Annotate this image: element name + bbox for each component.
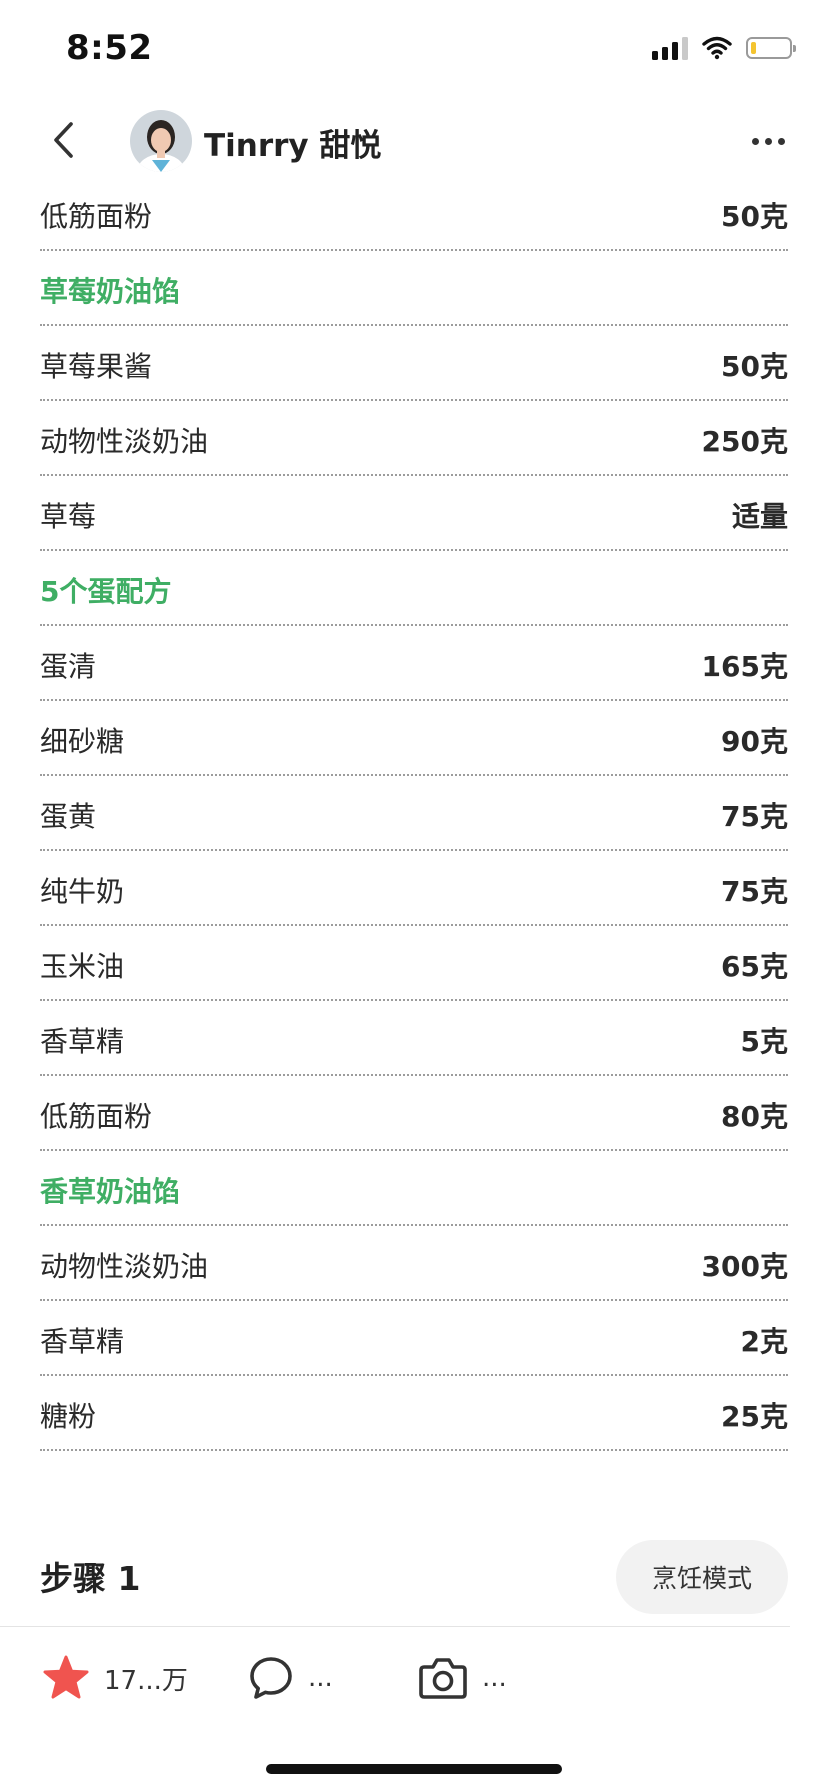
ingredient-row: 糖粉 25克 [40,1376,788,1451]
ingredient-row: 草莓 适量 [40,476,788,551]
chevron-left-icon [54,122,73,158]
upload-photo-button[interactable]: ... [418,1655,507,1701]
ingredient-amount: 250克 [701,424,788,458]
cook-mode-button[interactable]: 烹饪模式 [616,1540,788,1614]
ingredient-row: 香草精 5克 [40,1001,788,1076]
ingredient-amount: 25克 [721,1399,788,1433]
section-title: 5个蛋配方 [40,574,172,608]
ingredient-name: 香草精 [40,1024,125,1058]
ingredient-name: 动物性淡奶油 [40,1249,209,1283]
status-icons [652,36,796,60]
ingredient-name: 玉米油 [40,949,125,983]
ingredient-row: 低筋面粉 50克 [40,176,788,251]
battery-icon [746,37,796,59]
nav-bar: Tinrry 甜悦 [0,100,828,182]
camera-icon [419,1658,467,1699]
more-button[interactable] [738,116,798,166]
ingredient-amount: 65克 [721,949,788,983]
wifi-icon [702,36,732,60]
home-indicator [266,1764,562,1774]
ingredient-name: 蛋黄 [40,799,97,833]
ingredient-row: 低筋面粉 80克 [40,1076,788,1151]
star-icon [43,1655,89,1699]
comment-button[interactable]: ... [248,1655,333,1701]
section-title: 草莓奶油馅 [40,274,181,308]
ingredient-name: 蛋清 [40,649,97,683]
ingredient-section-header: 5个蛋配方 [40,551,788,626]
ingredient-amount: 适量 [731,499,788,533]
ingredient-amount: 90克 [721,724,788,758]
ingredient-list: 低筋面粉 50克 草莓奶油馅 草莓果酱 50克 动物性淡奶油 250克 草莓 适量 5个蛋配方 蛋清… [40,176,788,1451]
author-name[interactable]: Tinrry 甜悦 [204,120,381,165]
ingredient-name: 低筋面粉 [40,1099,153,1133]
favorite-count: 17...万 [104,1665,188,1696]
comment-count: ... [308,1663,333,1693]
back-button[interactable] [36,112,92,168]
ingredient-amount: 50克 [721,349,788,383]
status-bar: 8:52 [0,0,828,100]
ingredient-section-header: 香草奶油馅 [40,1151,788,1226]
bottom-action-bar: 17...万 ... ... [0,1627,828,1737]
comment-icon [250,1657,292,1699]
ingredient-name: 动物性淡奶油 [40,424,209,458]
favorite-button[interactable]: 17...万 [42,1655,188,1701]
ingredient-name: 纯牛奶 [40,874,125,908]
ingredient-amount: 80克 [721,1099,788,1133]
author-avatar[interactable] [130,110,192,172]
ingredient-row: 动物性淡奶油 300克 [40,1226,788,1301]
ingredient-row: 细砂糖 90克 [40,701,788,776]
ingredient-row: 蛋黄 75克 [40,776,788,851]
ingredient-row: 香草精 2克 [40,1301,788,1376]
ingredient-name: 草莓 [40,499,97,533]
ingredient-amount: 165克 [701,649,788,683]
ingredient-row: 蛋清 165克 [40,626,788,701]
ingredient-amount: 2克 [740,1324,788,1358]
ingredient-amount: 5克 [740,1024,788,1058]
ingredient-row: 动物性淡奶油 250克 [40,401,788,476]
ingredient-row: 纯牛奶 75克 [40,851,788,926]
more-dots-icon [751,137,759,145]
ingredient-name: 草莓果酱 [40,349,153,383]
ingredient-name: 香草精 [40,1324,125,1358]
ingredient-amount: 75克 [721,874,788,908]
ingredient-amount: 50克 [721,199,788,233]
status-time: 8:52 [66,28,153,68]
ingredient-row: 草莓果酱 50克 [40,326,788,401]
ingredient-amount: 75克 [721,799,788,833]
ingredient-name: 细砂糖 [40,724,125,758]
ingredient-row: 玉米油 65克 [40,926,788,1001]
ingredient-name: 低筋面粉 [40,199,153,233]
ingredient-amount: 300克 [701,1249,788,1283]
step-title: 步骤 1 [40,1559,141,1598]
cellular-signal-icon [652,36,688,60]
photo-count: ... [482,1663,507,1693]
section-title: 香草奶油馅 [40,1174,181,1208]
ingredient-section-header: 草莓奶油馅 [40,251,788,326]
ingredient-name: 糖粉 [40,1399,97,1433]
